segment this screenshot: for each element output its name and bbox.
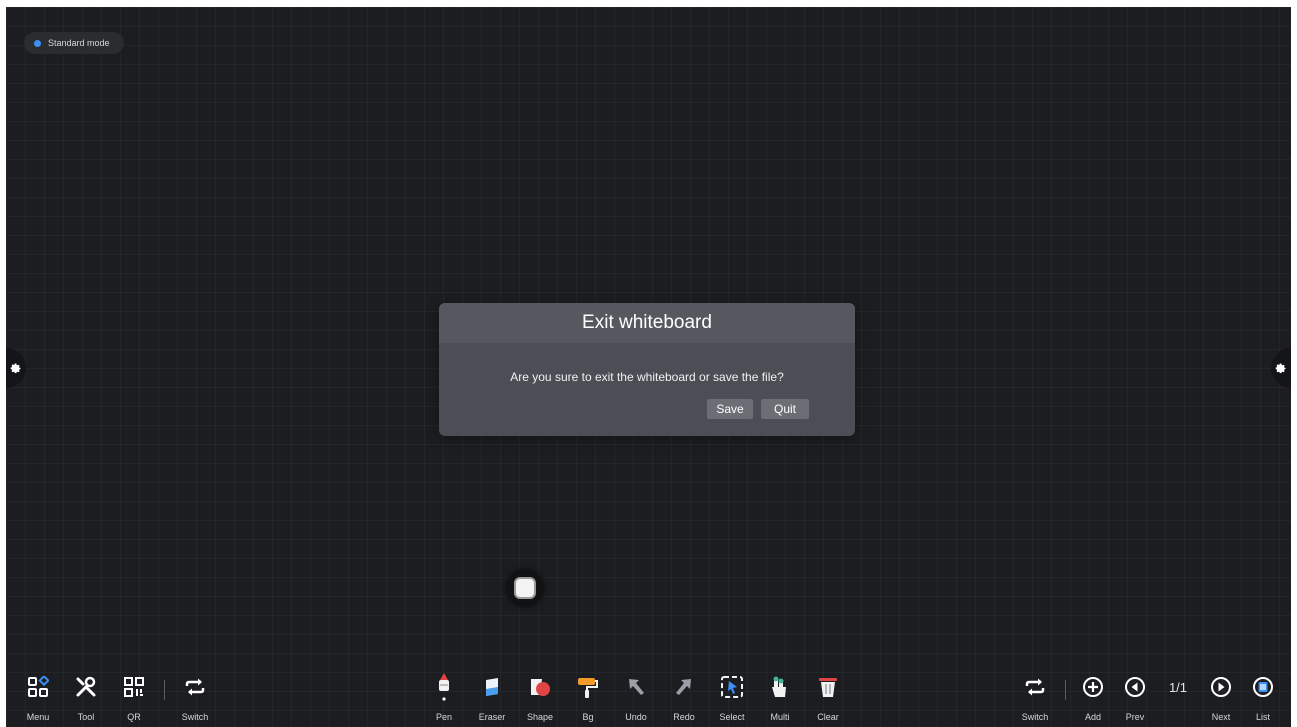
select-icon	[720, 672, 744, 702]
toolbar-divider	[1065, 680, 1066, 700]
mode-indicator[interactable]: Standard mode	[24, 32, 124, 54]
redo-arrow-icon	[673, 672, 695, 702]
clear-button[interactable]: Clear	[804, 672, 852, 722]
switch-arrows-icon	[184, 672, 206, 702]
redo-label: Redo	[673, 712, 695, 722]
pen-icon	[435, 672, 453, 702]
toolbar-center-group: Pen Eraser Shape Bg Undo Redo Select Mul…	[420, 672, 852, 722]
qr-label: QR	[127, 712, 141, 722]
eraser-button[interactable]: Eraser	[468, 672, 516, 722]
list-circle-icon	[1252, 672, 1274, 702]
plus-circle-icon	[1082, 672, 1104, 702]
bg-label: Bg	[582, 712, 594, 722]
shape-button[interactable]: Shape	[516, 672, 564, 722]
switch-right-label: Switch	[1021, 712, 1049, 722]
next-circle-icon	[1210, 672, 1232, 702]
switch-left-button[interactable]: Switch	[171, 672, 219, 722]
redo-button[interactable]: Redo	[660, 672, 708, 722]
floating-home-button[interactable]	[506, 569, 544, 607]
menu-grid-icon	[27, 672, 49, 702]
page-indicator: 1/1	[1156, 672, 1200, 722]
menu-button[interactable]: Menu	[14, 672, 62, 722]
dialog-title: Exit whiteboard	[439, 303, 855, 343]
pen-label: Pen	[435, 712, 452, 722]
select-label: Select	[719, 712, 745, 722]
list-button[interactable]: List	[1242, 672, 1284, 722]
eraser-icon	[482, 672, 502, 702]
mode-label: Standard mode	[48, 38, 110, 48]
paint-roller-icon	[576, 672, 600, 702]
eraser-label: Eraser	[478, 712, 506, 722]
trash-icon	[817, 672, 839, 702]
qr-code-icon	[124, 672, 144, 702]
list-label: List	[1255, 712, 1270, 722]
next-page-button[interactable]: Next	[1200, 672, 1242, 722]
pen-button[interactable]: Pen	[420, 672, 468, 722]
prev-label: Prev	[1125, 712, 1145, 722]
dialog-actions: Save Quit	[707, 399, 809, 419]
mode-status-dot	[34, 39, 41, 47]
tools-icon	[75, 672, 97, 702]
page-number-text: 1/1	[1168, 679, 1188, 695]
qr-button[interactable]: QR	[110, 672, 158, 722]
exit-whiteboard-dialog: Exit whiteboard Are you sure to exit the…	[439, 303, 855, 436]
tool-label: Tool	[77, 712, 95, 722]
add-page-button[interactable]: Add	[1072, 672, 1114, 722]
bottom-toolbar: Menu Tool QR Switch Pen Eraser Shape Bg …	[6, 672, 1291, 727]
switch-arrows-icon	[1024, 672, 1046, 702]
multi-touch-icon	[769, 672, 791, 702]
select-button[interactable]: Select	[708, 672, 756, 722]
multi-label: Multi	[770, 712, 790, 722]
switch-right-button[interactable]: Switch	[1011, 672, 1059, 722]
toolbar-left-group: Menu Tool QR Switch	[14, 672, 219, 722]
undo-label: Undo	[625, 712, 647, 722]
gear-icon	[10, 363, 21, 374]
toolbar-right-group: Switch Add Prev 1/1 Next List	[1011, 672, 1284, 722]
menu-label: Menu	[26, 712, 50, 722]
bg-button[interactable]: Bg	[564, 672, 612, 722]
shape-label: Shape	[526, 712, 554, 722]
undo-button[interactable]: Undo	[612, 672, 660, 722]
add-label: Add	[1084, 712, 1101, 722]
switch-label: Switch	[181, 712, 209, 722]
toolbar-divider	[164, 680, 165, 700]
save-button[interactable]: Save	[707, 399, 753, 419]
quit-button[interactable]: Quit	[761, 399, 809, 419]
home-square-icon	[514, 577, 536, 599]
undo-arrow-icon	[625, 672, 647, 702]
prev-circle-icon	[1124, 672, 1146, 702]
gear-icon	[1275, 363, 1286, 374]
multi-button[interactable]: Multi	[756, 672, 804, 722]
shape-icon	[528, 672, 552, 702]
clear-label: Clear	[817, 712, 839, 722]
next-label: Next	[1211, 712, 1231, 722]
prev-page-button[interactable]: Prev	[1114, 672, 1156, 722]
tool-button[interactable]: Tool	[62, 672, 110, 722]
dialog-message: Are you sure to exit the whiteboard or s…	[510, 370, 784, 384]
